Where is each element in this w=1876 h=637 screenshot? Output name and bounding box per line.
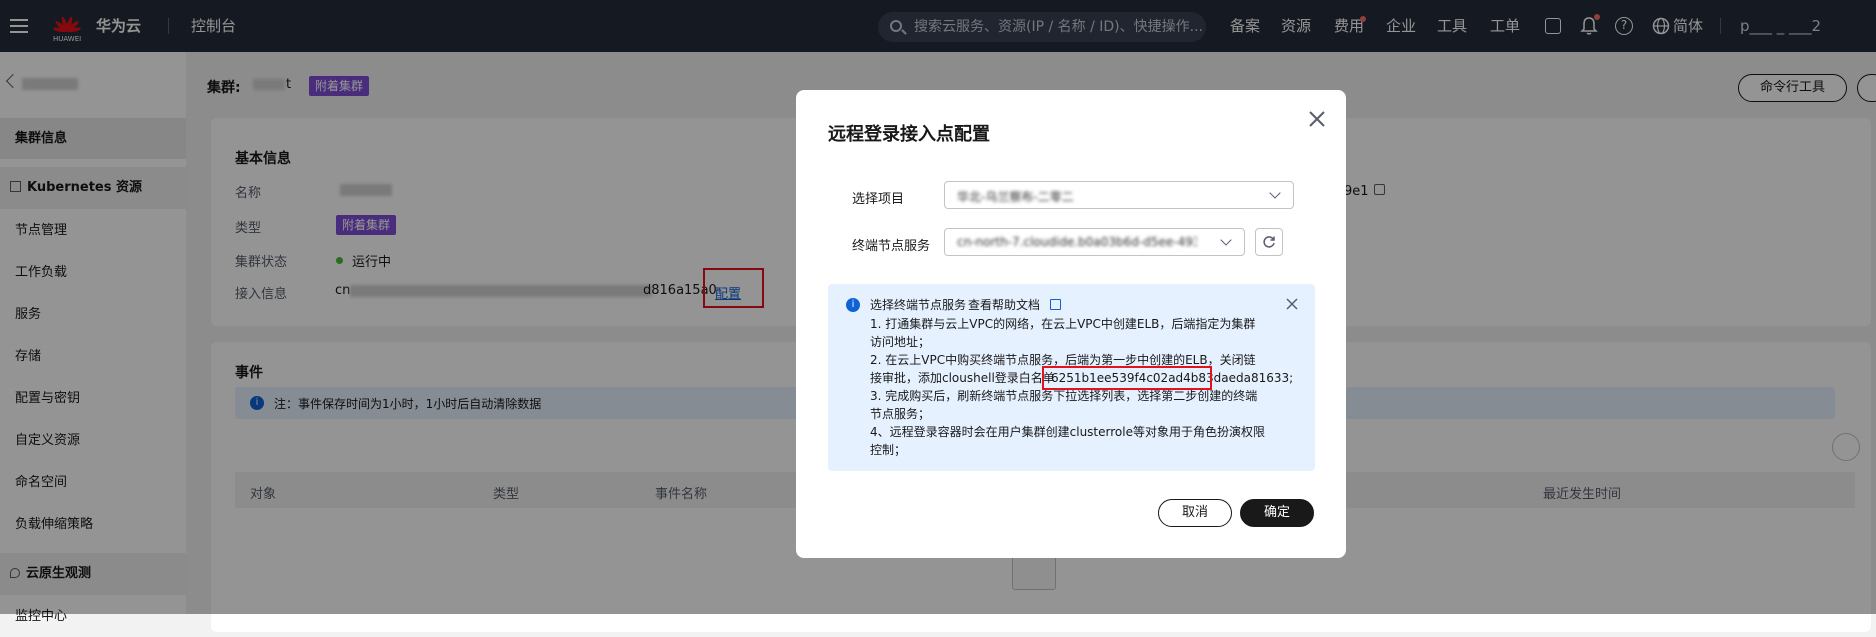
- endpoint-select[interactable]: cn-north-7.cloudide.b0a03b6d-d5ee-4932-9…: [944, 228, 1245, 256]
- endpoint-select-value: cn-north-7.cloudide.b0a03b6d-d5ee-4932-9…: [957, 235, 1197, 249]
- external-link-icon[interactable]: [1050, 299, 1061, 310]
- project-select-value: 华北-乌兰察布-二零二: [957, 190, 1074, 204]
- info-line-2: 访问地址；: [870, 335, 931, 349]
- confirm-button[interactable]: 确定: [1240, 499, 1314, 527]
- cancel-button[interactable]: 取消: [1158, 499, 1232, 527]
- info-line-7: 4、远程登录容器时会在用户集群创建clusterrole等对象用于角色扮演权限: [870, 425, 1265, 439]
- endpoint-label: 终端节点服务: [852, 239, 931, 254]
- info-line-1: 1. 打通集群与云上VPC的网络，在云上VPC中创建ELB，后端指定为集群: [870, 317, 1256, 331]
- close-icon[interactable]: [1286, 298, 1298, 310]
- info-title: 选择终端节点服务: [870, 298, 967, 312]
- chevron-down-icon: [1269, 187, 1281, 199]
- chevron-down-icon: [1220, 234, 1232, 246]
- info-line-8: 控制；: [870, 443, 907, 457]
- project-select[interactable]: 华北-乌兰察布-二零二: [944, 181, 1294, 209]
- info-line-4: 接审批，添加cloushell登录白名单: [870, 371, 1055, 385]
- close-icon[interactable]: [1308, 110, 1326, 128]
- dialog-title: 远程登录接入点配置: [828, 124, 990, 145]
- refresh-icon: [1263, 236, 1275, 248]
- refresh-endpoint-button[interactable]: [1255, 228, 1283, 256]
- help-doc-link[interactable]: 查看帮助文档: [968, 296, 1040, 314]
- endpoint-info-notice: i 选择终端节点服务 查看帮助文档 1. 打通集群与云上VPC的网络，在云上VP…: [828, 284, 1315, 471]
- project-label: 选择项目: [852, 192, 905, 207]
- info-line-6: 节点服务；: [870, 407, 931, 421]
- highlight-box: [1042, 366, 1212, 390]
- info-icon: i: [846, 298, 860, 312]
